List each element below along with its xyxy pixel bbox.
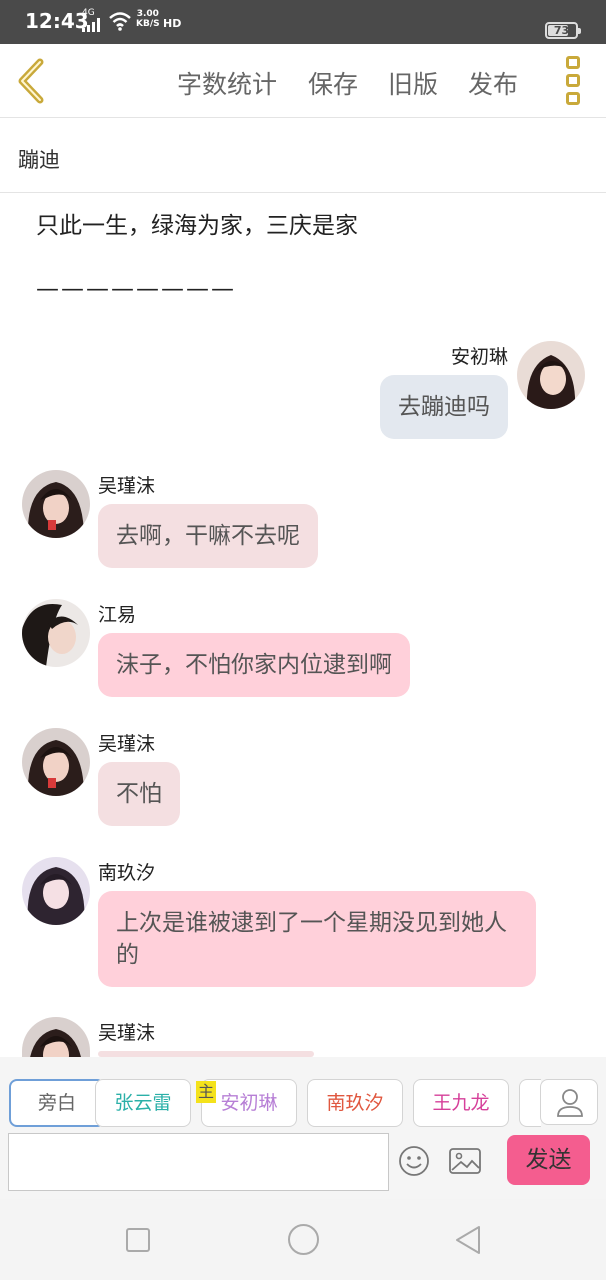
status-time: 12:43 xyxy=(25,9,89,33)
avatar[interactable] xyxy=(22,857,90,925)
speed-value: 3.00 xyxy=(136,9,159,19)
story-title-field[interactable]: 蹦迪 xyxy=(0,119,606,193)
word-count-button[interactable]: 字数统计 xyxy=(177,65,277,101)
network-speed: 3.00 KB/S xyxy=(136,9,160,29)
sender-name: 南玖汐 xyxy=(98,862,156,884)
sender-name: 吴瑾沫 xyxy=(98,1022,156,1044)
more-icon-dot xyxy=(566,74,580,87)
network-indicator: 4G xyxy=(82,8,102,35)
hd-indicator: HD xyxy=(163,17,182,30)
message-input[interactable] xyxy=(8,1133,389,1191)
signal-icon xyxy=(82,18,100,32)
avatar[interactable] xyxy=(22,599,90,667)
image-button[interactable] xyxy=(448,1145,482,1177)
publish-button[interactable]: 发布 xyxy=(468,65,518,101)
message-bubble[interactable]: 沫子，不怕你家内位逮到啊 xyxy=(98,633,410,697)
speed-unit: KB/S xyxy=(136,19,160,29)
role-chip[interactable]: 南玖汐 xyxy=(307,1079,403,1127)
message-bubble[interactable]: 去蹦迪吗 xyxy=(380,375,508,439)
network-type: 4G xyxy=(82,8,95,18)
role-manager-button[interactable] xyxy=(540,1079,598,1125)
more-icon-dot xyxy=(566,92,580,105)
old-version-button[interactable]: 旧版 xyxy=(388,65,438,101)
more-button[interactable] xyxy=(562,56,584,106)
main-character-badge: 主 xyxy=(196,1081,216,1103)
image-icon xyxy=(449,1148,481,1174)
avatar[interactable] xyxy=(22,470,90,538)
avatar[interactable] xyxy=(517,341,585,409)
intro-divider: ———————— xyxy=(36,276,236,302)
message-bubble[interactable]: 去啊，干嘛不去呢 xyxy=(98,504,318,568)
nav-back-icon[interactable] xyxy=(454,1225,482,1255)
sender-name: 吴瑾沫 xyxy=(98,733,156,755)
sender-name: 安初琳 xyxy=(450,346,508,368)
nav-home-icon[interactable] xyxy=(288,1224,319,1255)
avatar[interactable] xyxy=(22,1017,90,1057)
emoji-icon xyxy=(399,1146,429,1176)
battery-icon: 73 xyxy=(545,22,581,39)
more-icon xyxy=(566,56,580,69)
wifi-icon xyxy=(109,12,131,31)
intro-text: 只此一生，绿海为家，三庆是家 xyxy=(36,213,358,239)
battery-tip xyxy=(578,28,581,34)
story-title: 蹦迪 xyxy=(18,148,60,172)
message-bubble[interactable]: 上次是谁被逮到了一个星期没见到她人的 xyxy=(98,891,536,987)
role-chip[interactable]: 张云雷 xyxy=(95,1079,191,1127)
user-icon xyxy=(557,1089,583,1117)
sender-name: 江易 xyxy=(98,604,137,626)
save-button[interactable]: 保存 xyxy=(308,65,358,101)
avatar[interactable] xyxy=(22,728,90,796)
system-nav-bar xyxy=(0,1199,606,1280)
back-arrow-icon xyxy=(18,58,44,104)
battery-text: 73 xyxy=(553,24,570,37)
toolbar: 字数统计 保存 旧版 发布 xyxy=(0,44,606,118)
role-chip-partial[interactable] xyxy=(519,1079,541,1127)
status-bar: 12:43 4G 3.00 KB/S HD 73 xyxy=(0,0,606,44)
message-bubble[interactable]: 不怕 xyxy=(98,762,180,826)
send-button[interactable]: 发送 xyxy=(507,1135,590,1185)
sender-name: 吴瑾沫 xyxy=(98,475,156,497)
back-button[interactable] xyxy=(12,58,52,104)
role-chip[interactable]: 王九龙 xyxy=(413,1079,509,1127)
role-chip-narrator[interactable]: 旁白 xyxy=(9,1079,105,1127)
emoji-button[interactable] xyxy=(398,1145,430,1177)
composer-panel: 旁白 张云雷 安初琳 主 南玖汐 王九龙 发送 xyxy=(0,1057,606,1199)
nav-recents-icon[interactable] xyxy=(126,1228,150,1252)
